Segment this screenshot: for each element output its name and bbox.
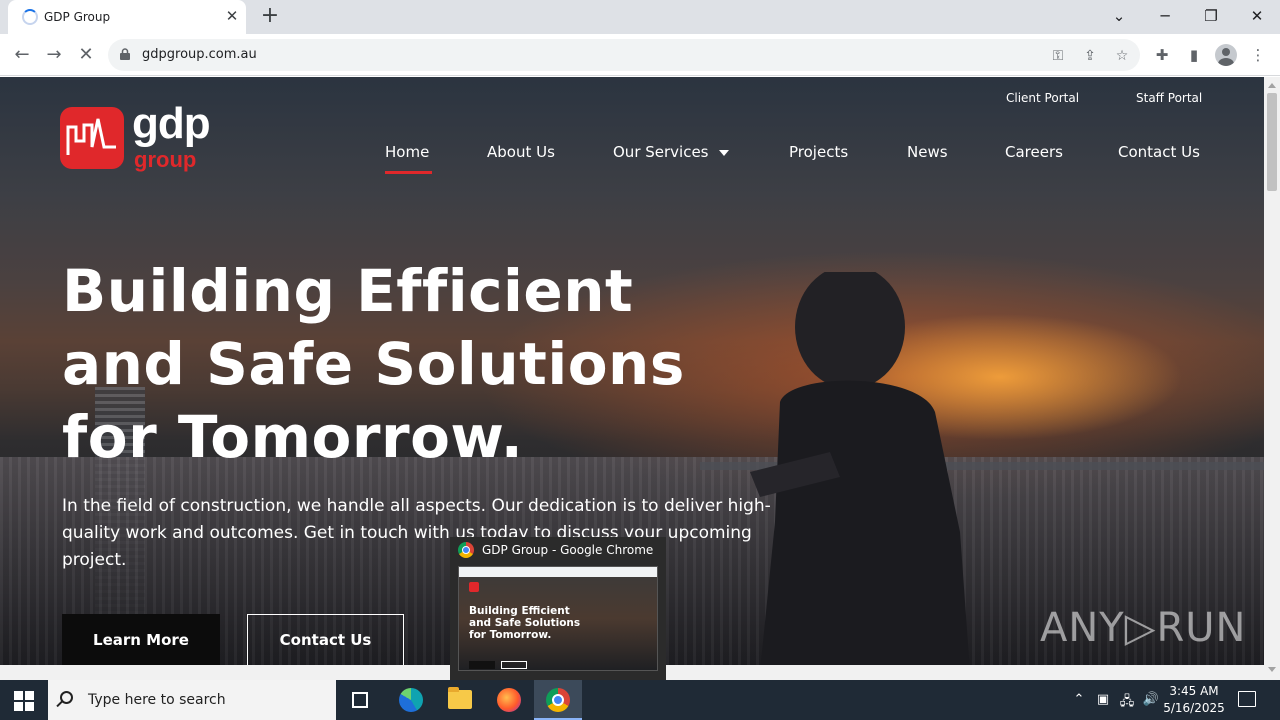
volume-icon[interactable]: 🔊 <box>1142 692 1160 707</box>
hero-description: In the field of construction, we handle … <box>62 496 771 570</box>
gdp-logo[interactable]: gdp group <box>60 99 220 177</box>
lock-icon <box>120 48 130 60</box>
back-icon[interactable]: ← <box>8 42 36 68</box>
tab-close-icon[interactable]: ✕ <box>222 6 242 26</box>
thumb-headline: Building Efficient and Safe Solutions fo… <box>469 605 580 641</box>
tray-chevron-up-icon[interactable]: ⌃ <box>1070 692 1088 707</box>
tab-search-icon[interactable]: ⌄ <box>1096 2 1142 30</box>
thumb-headline-line-3: for Tomorrow. <box>469 629 552 641</box>
thumb-headline-line-2: and Safe Solutions <box>469 617 581 629</box>
client-portal-link[interactable]: Client Portal <box>1006 91 1079 105</box>
nav-news[interactable]: News <box>907 143 948 161</box>
nav-projects[interactable]: Projects <box>789 143 848 161</box>
window-close-icon[interactable]: ✕ <box>1234 2 1280 30</box>
nav-home[interactable]: Home <box>385 143 429 161</box>
restore-icon[interactable]: ❐ <box>1188 2 1234 30</box>
taskbar-window-preview[interactable]: GDP Group - Google Chrome Building Effic… <box>450 537 666 680</box>
profile-icon[interactable] <box>1215 44 1237 66</box>
loading-spinner-icon <box>22 9 38 25</box>
staff-portal-link[interactable]: Staff Portal <box>1136 91 1202 105</box>
menu-icon[interactable]: ⋮ <box>1248 45 1268 65</box>
nav-services-label: Our Services <box>613 143 709 161</box>
tab-strip: GDP Group ✕ + ⌄ ─ ❐ ✕ <box>0 0 1280 34</box>
clock-time: 3:45 AM <box>1169 684 1219 698</box>
hero-headline-line-3: for Tomorrow. <box>62 403 524 471</box>
hero-headline-line-2: and Safe Solutions <box>62 330 685 398</box>
logo-text: gdp <box>132 99 211 148</box>
chrome-taskbar-button[interactable] <box>534 680 582 720</box>
browser-tab[interactable]: GDP Group ✕ <box>8 0 246 34</box>
scroll-up-icon[interactable] <box>1268 83 1276 88</box>
forward-icon[interactable]: → <box>40 42 68 68</box>
url-text: gdpgroup.com.au <box>142 47 257 62</box>
hero-headline-line-1: Building Efficient <box>62 257 634 325</box>
logo-subtext: group <box>134 147 197 172</box>
thumb-button <box>501 661 527 669</box>
thumb-logo <box>469 582 479 592</box>
chevron-down-icon <box>718 149 729 156</box>
preview-title: GDP Group - Google Chrome <box>482 543 654 557</box>
scroll-thumb[interactable] <box>1267 93 1277 191</box>
extensions-icon[interactable]: ✚ <box>1152 45 1172 65</box>
nav-about[interactable]: About Us <box>487 143 555 161</box>
edge-icon[interactable] <box>399 688 423 712</box>
file-explorer-icon[interactable] <box>448 687 472 709</box>
anyrun-watermark: ANY▷RUN <box>1040 605 1247 651</box>
preview-thumbnail[interactable]: Building Efficient and Safe Solutions fo… <box>458 566 658 671</box>
chrome-icon <box>546 688 570 712</box>
firefox-icon[interactable] <box>497 688 521 712</box>
nav-services[interactable]: Our Services <box>613 143 729 161</box>
minimize-icon[interactable]: ─ <box>1142 2 1188 30</box>
contact-us-button[interactable]: Contact Us <box>247 614 404 665</box>
taskbar-search-input[interactable]: Type here to search <box>48 680 336 720</box>
nav-careers[interactable]: Careers <box>1005 143 1063 161</box>
tray-device-icon[interactable]: ▣ <box>1094 692 1112 707</box>
nav-contact[interactable]: Contact Us <box>1118 143 1200 161</box>
chrome-icon <box>458 542 474 558</box>
learn-more-button[interactable]: Learn More <box>62 614 220 665</box>
key-icon[interactable]: ⚿ <box>1048 46 1068 66</box>
side-panel-icon[interactable]: ▮ <box>1184 45 1204 65</box>
search-icon <box>60 691 73 704</box>
task-view-icon[interactable] <box>352 692 368 708</box>
windows-taskbar: Type here to search ⌃ ▣ 🖧 🔊 3:45 AM 5/16… <box>0 680 1280 720</box>
clock-date: 5/16/2025 <box>1163 701 1225 715</box>
new-tab-button[interactable]: + <box>258 4 282 28</box>
notification-icon[interactable] <box>1238 691 1256 707</box>
browser-toolbar: ← → ✕ gdpgroup.com.au ⚿ ⇪ ☆ ✚ ▮ ⋮ <box>0 34 1280 76</box>
thumb-headline-line-1: Building Efficient <box>469 605 570 617</box>
tab-title: GDP Group <box>44 10 111 24</box>
logo-mark <box>60 107 124 169</box>
windows-start-icon[interactable] <box>14 691 34 711</box>
star-icon[interactable]: ☆ <box>1112 46 1132 66</box>
address-bar[interactable]: gdpgroup.com.au ⚿ ⇪ ☆ <box>108 39 1140 71</box>
hero-headline: Building Efficient and Safe Solutions fo… <box>62 255 782 474</box>
scroll-down-icon[interactable] <box>1268 667 1276 672</box>
stop-icon[interactable]: ✕ <box>72 42 100 68</box>
nav-active-indicator <box>385 171 432 174</box>
search-placeholder: Type here to search <box>88 692 226 708</box>
network-icon[interactable]: 🖧 <box>1118 692 1136 714</box>
vertical-scrollbar[interactable] <box>1264 77 1280 680</box>
thumb-button <box>469 661 495 669</box>
share-icon[interactable]: ⇪ <box>1080 46 1100 66</box>
taskbar-clock[interactable]: 3:45 AM 5/16/2025 <box>1162 683 1226 717</box>
